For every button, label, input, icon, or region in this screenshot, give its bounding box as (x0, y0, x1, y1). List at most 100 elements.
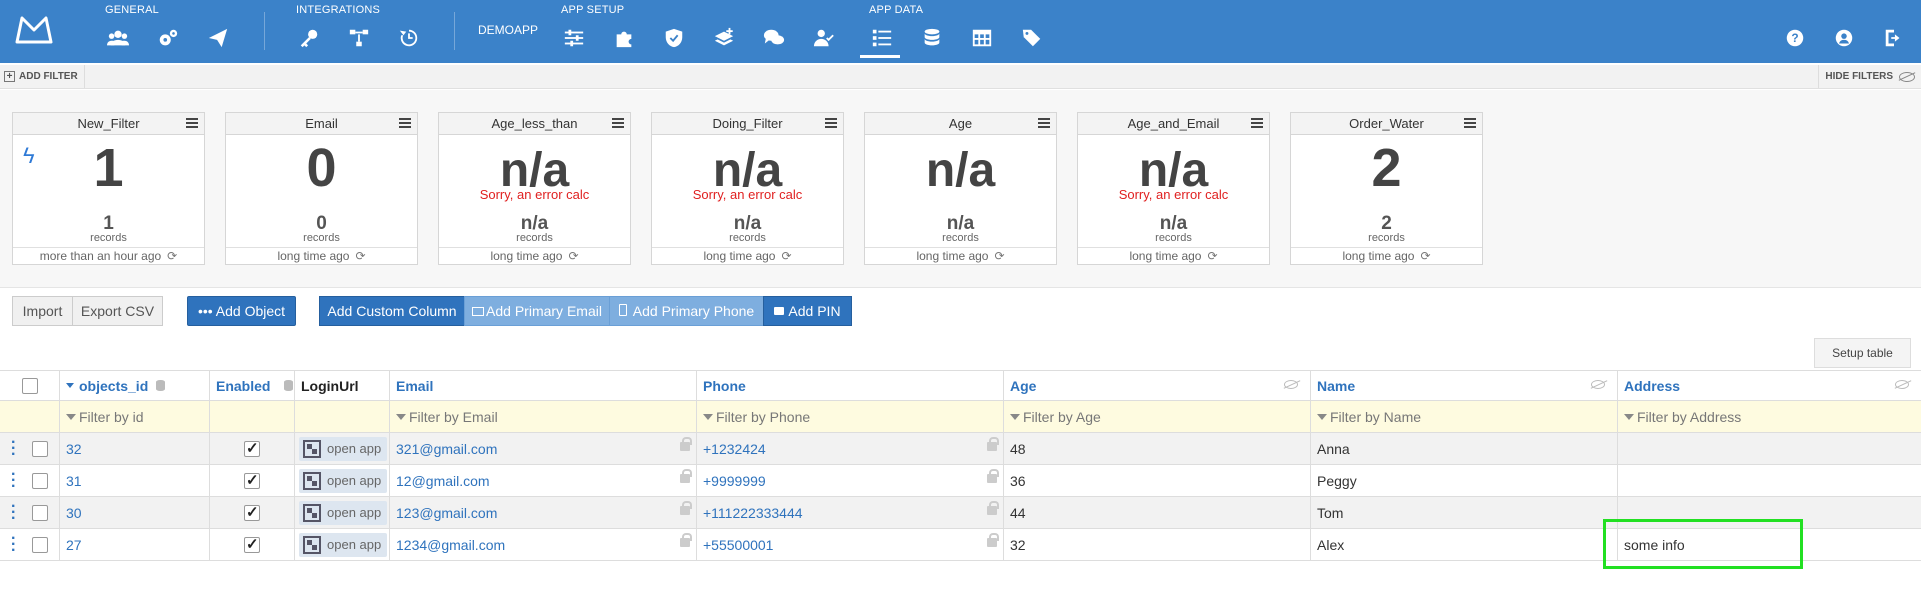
add-pin-button[interactable]: Add PIN (763, 296, 852, 326)
hamburger-menu-icon[interactable] (186, 118, 198, 128)
row-phone-cell[interactable]: +1232424 (697, 433, 1004, 464)
hamburger-menu-icon[interactable] (399, 118, 411, 128)
row-phone-cell[interactable]: +111222333444 (697, 497, 1004, 528)
row-email-cell[interactable]: 123@gmail.com (390, 497, 697, 528)
export-csv-button[interactable]: Export CSV (72, 296, 163, 326)
row-address-cell[interactable] (1618, 433, 1921, 464)
puzzle-icon[interactable] (609, 24, 639, 52)
hide-column-icon[interactable] (1591, 380, 1605, 389)
row-checkbox[interactable] (32, 440, 48, 457)
refresh-icon[interactable]: ⟳ (1207, 248, 1217, 264)
add-primary-phone-button[interactable]: Add Primary Phone (609, 296, 764, 326)
hide-column-icon[interactable] (1284, 380, 1298, 389)
open-app-button[interactable]: open app (299, 436, 388, 461)
refresh-icon[interactable]: ⟳ (568, 248, 578, 264)
history-icon[interactable] (394, 24, 424, 52)
stat-card[interactable]: New_Filter ϟ 1 1 records more than an ho… (12, 112, 205, 265)
logout-icon[interactable] (1879, 24, 1909, 52)
flow-icon[interactable] (344, 24, 374, 52)
column-header-loginurl[interactable]: LoginUrl (295, 371, 390, 400)
user-check-icon[interactable] (809, 24, 839, 52)
hamburger-menu-icon[interactable] (1464, 118, 1476, 128)
hide-column-icon[interactable] (1895, 380, 1909, 389)
app-logo-icon[interactable] (14, 14, 54, 46)
row-checkbox[interactable] (32, 472, 48, 489)
add-object-button[interactable]: ••• Add Object (187, 296, 296, 326)
chat-icon[interactable] (759, 24, 789, 52)
stat-card[interactable]: Age_and_Email n/a Sorry, an error calc n… (1077, 112, 1270, 265)
row-age-cell[interactable]: 32 (1004, 529, 1311, 560)
filter-phone-input[interactable]: Filter by Phone (697, 401, 1004, 432)
list-icon[interactable] (867, 24, 897, 52)
shield-icon[interactable] (659, 24, 689, 52)
row-checkbox[interactable] (32, 536, 48, 553)
add-filter-button[interactable]: + ADD FILTER (0, 65, 85, 88)
row-menu-icon[interactable]: · · · (11, 434, 16, 462)
row-phone-cell[interactable]: +9999999 (697, 465, 1004, 496)
row-age-cell[interactable]: 48 (1004, 433, 1311, 464)
filter-name-input[interactable]: Filter by Name (1311, 401, 1618, 432)
row-name-cell[interactable]: Anna (1311, 433, 1618, 464)
layers-icon[interactable] (709, 24, 739, 52)
sliders-icon[interactable] (559, 24, 589, 52)
row-id-link[interactable]: 27 (60, 529, 210, 560)
refresh-icon[interactable]: ⟳ (167, 248, 177, 264)
column-header-enabled[interactable]: Enabled (210, 371, 295, 400)
stat-card[interactable]: Email 0 0 records long time ago ⟳ (225, 112, 418, 265)
filter-address-input[interactable]: Filter by Address (1618, 401, 1921, 432)
stat-card[interactable]: Age_less_than n/a Sorry, an error calc n… (438, 112, 631, 265)
enabled-checkbox[interactable] (244, 535, 260, 553)
row-name-cell[interactable]: Alex (1311, 529, 1618, 560)
row-age-cell[interactable]: 44 (1004, 497, 1311, 528)
column-header-name[interactable]: Name (1311, 371, 1618, 400)
select-all-checkbox[interactable] (21, 377, 38, 394)
enabled-checkbox[interactable] (244, 439, 260, 457)
row-id-link[interactable]: 30 (60, 497, 210, 528)
refresh-icon[interactable]: ⟳ (1420, 248, 1430, 264)
settings-icon[interactable] (153, 24, 183, 52)
key-icon[interactable] (294, 24, 324, 52)
tags-icon[interactable] (1017, 24, 1047, 52)
table-row[interactable]: ··· 32 open app 321@gmail.com +1232424 4… (0, 433, 1921, 465)
stat-card[interactable]: Age n/a n/a records long time ago ⟳ (864, 112, 1057, 265)
row-phone-cell[interactable]: +55500001 (697, 529, 1004, 560)
enabled-checkbox[interactable] (244, 471, 260, 489)
app-name-label[interactable]: DEMOAPP (478, 23, 538, 37)
row-id-link[interactable]: 32 (60, 433, 210, 464)
database-icon[interactable] (917, 24, 947, 52)
column-header-email[interactable]: Email (390, 371, 697, 400)
stat-card[interactable]: Doing_Filter n/a Sorry, an error calc n/… (651, 112, 844, 265)
import-button[interactable]: Import (12, 296, 73, 326)
row-checkbox[interactable] (32, 504, 48, 521)
open-app-button[interactable]: open app (299, 532, 388, 557)
row-email-cell[interactable]: 321@gmail.com (390, 433, 697, 464)
filter-age-input[interactable]: Filter by Age (1004, 401, 1311, 432)
column-header-phone[interactable]: Phone (697, 371, 1004, 400)
row-name-cell[interactable]: Peggy (1311, 465, 1618, 496)
table-icon[interactable] (967, 24, 997, 52)
stat-card[interactable]: Order_Water 2 2 records long time ago ⟳ (1290, 112, 1483, 265)
hamburger-menu-icon[interactable] (1251, 118, 1263, 128)
column-header-address[interactable]: Address (1618, 371, 1921, 400)
refresh-icon[interactable]: ⟳ (781, 248, 791, 264)
setup-table-button[interactable]: Setup table (1814, 338, 1911, 368)
open-app-button[interactable]: open app (299, 500, 388, 525)
row-menu-icon[interactable]: · · · (11, 498, 16, 526)
column-header-objects-id[interactable]: objects_id (60, 371, 210, 400)
hamburger-menu-icon[interactable] (825, 118, 837, 128)
row-email-cell[interactable]: 12@gmail.com (390, 465, 697, 496)
filter-email-input[interactable]: Filter by Email (390, 401, 697, 432)
refresh-icon[interactable]: ⟳ (355, 248, 365, 264)
row-address-cell[interactable] (1618, 465, 1921, 496)
enabled-checkbox[interactable] (244, 503, 260, 521)
row-menu-icon[interactable]: · · · (11, 530, 16, 558)
table-row[interactable]: ··· 31 open app 12@gmail.com +9999999 36… (0, 465, 1921, 497)
hide-filters-button[interactable]: HIDE FILTERS (1818, 65, 1921, 88)
hamburger-menu-icon[interactable] (1038, 118, 1050, 128)
row-menu-icon[interactable]: · · · (11, 466, 16, 494)
row-age-cell[interactable]: 36 (1004, 465, 1311, 496)
row-id-link[interactable]: 31 (60, 465, 210, 496)
add-primary-email-button[interactable]: Add Primary Email (464, 296, 610, 326)
column-header-age[interactable]: Age (1004, 371, 1311, 400)
filter-id-input[interactable]: Filter by id (60, 401, 210, 432)
